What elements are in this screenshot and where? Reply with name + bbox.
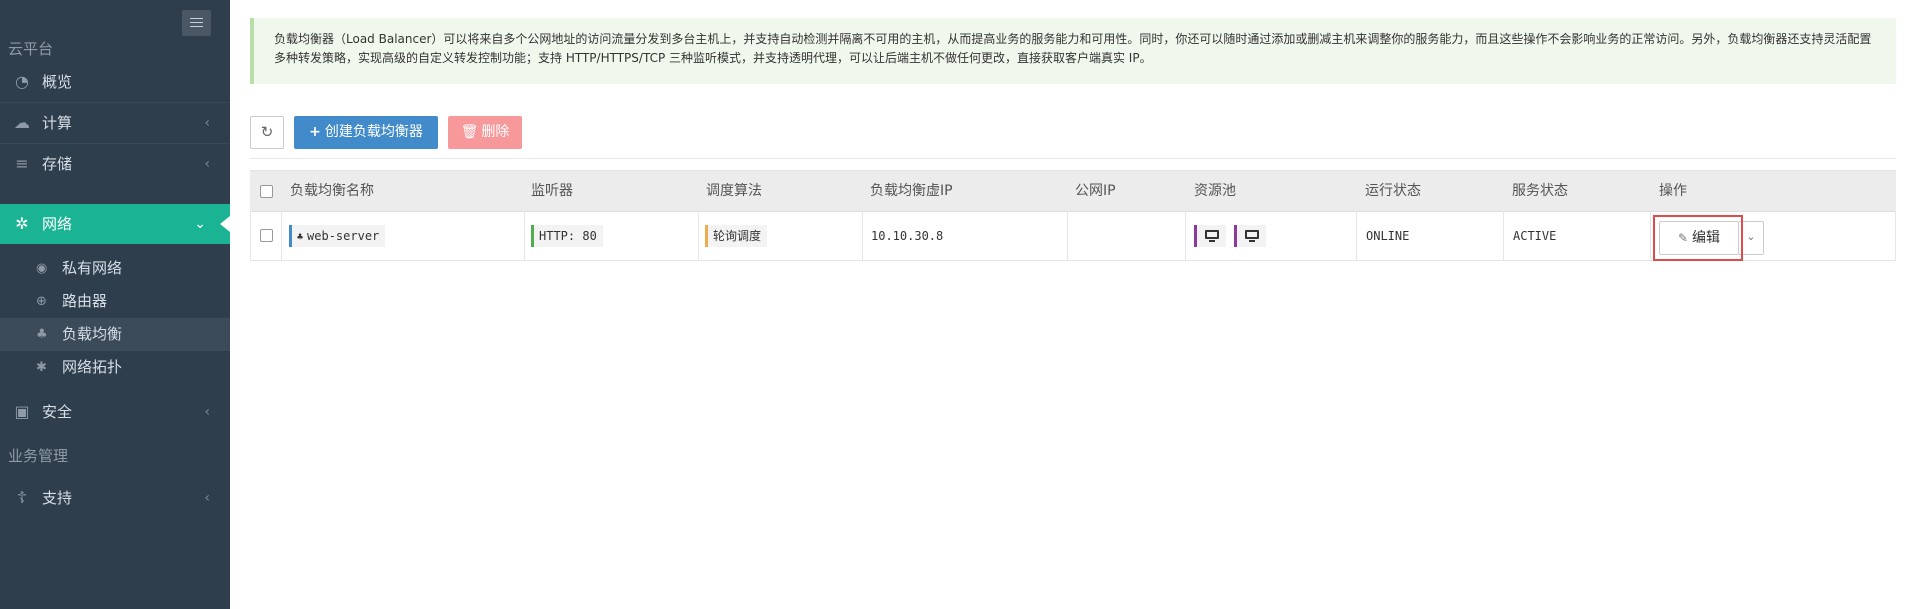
globe-icon: ⊕ <box>36 294 47 309</box>
sidebar-item-label: 网络 <box>42 215 73 233</box>
sidebar: 云平台 ◔ 概览 ☁ 计算 ‹ ≡ 存储 ‹ ✲ 网络 ⌄ ◉ 私有网络 ⊕ 路… <box>0 0 230 609</box>
security-icon: ▣ <box>14 402 30 421</box>
column-header-actions: 操作 <box>1659 183 1687 199</box>
cloud-icon: ☁ <box>14 113 30 132</box>
sidebar-item-label: 支持 <box>42 489 73 507</box>
sidebar-item-label: 存储 <box>42 155 73 173</box>
support-icon: ☦ <box>16 488 28 507</box>
sidebar-item-security[interactable]: ▣ 安全 ‹ <box>0 392 230 432</box>
table-header: 负载均衡名称 监听器 调度算法 负载均衡虚IP 公网IP 资源池 运行状态 服务… <box>250 170 1896 212</box>
plus-icon: + <box>309 124 321 140</box>
rss-icon: ◉ <box>36 261 48 276</box>
algorithm-value: 轮询调度 <box>713 229 762 243</box>
create-button-label: 创建负载均衡器 <box>324 124 423 140</box>
sidebar-item-label: 概览 <box>42 73 73 91</box>
chevron-left-icon: ‹ <box>204 404 210 420</box>
column-header-public-ip: 公网IP <box>1075 183 1116 199</box>
sitemap-icon: ♣ <box>36 327 48 342</box>
chevron-left-icon: ‹ <box>204 490 210 506</box>
name-tag[interactable]: ♣ web-server <box>289 225 386 247</box>
info-panel: 负载均衡器（Load Balancer）可以将来自多个公网地址的访问流量分发到多… <box>250 18 1896 84</box>
sidebar-item-storage[interactable]: ≡ 存储 ‹ <box>0 144 230 184</box>
sidebar-subitem-label: 网络拓扑 <box>62 358 123 376</box>
algorithm-tag[interactable]: 轮询调度 <box>705 225 768 247</box>
sidebar-subitem-private-network[interactable]: ◉ 私有网络 <box>0 252 230 285</box>
sidebar-item-compute[interactable]: ☁ 计算 ‹ <box>0 103 230 143</box>
section-business: 业务管理 <box>8 447 69 465</box>
column-header-name: 负载均衡名称 <box>290 183 374 199</box>
sidebar-subitem-load-balancer[interactable]: ♣ 负载均衡 <box>0 318 230 351</box>
column-header-algorithm: 调度算法 <box>706 183 762 199</box>
column-header-pool: 资源池 <box>1194 183 1236 199</box>
network-icon: ✲ <box>15 214 29 233</box>
column-header-vip: 负载均衡虚IP <box>870 183 953 199</box>
chevron-down-icon: ⌄ <box>1746 230 1756 243</box>
sidebar-subitem-topology[interactable]: ✱ 网络拓扑 <box>0 351 230 384</box>
sidebar-item-support[interactable]: ☦ 支持 ‹ <box>0 478 230 518</box>
sidebar-item-overview[interactable]: ◔ 概览 <box>0 62 230 102</box>
sidebar-subitem-label: 路由器 <box>62 292 108 310</box>
trash-icon: 🗑 <box>460 124 479 140</box>
lb-name: web-server <box>307 229 380 243</box>
sidebar-subitem-router[interactable]: ⊕ 路由器 <box>0 285 230 318</box>
select-all-checkbox[interactable] <box>260 185 273 198</box>
sidebar-item-label: 安全 <box>42 403 73 421</box>
row-checkbox[interactable] <box>260 229 273 242</box>
database-icon: ≡ <box>15 154 29 173</box>
dashboard-icon: ◔ <box>15 72 29 91</box>
sidebar-subitem-label: 负载均衡 <box>62 325 123 343</box>
chevron-left-icon: ‹ <box>204 115 210 131</box>
section-cloud-platform: 云平台 <box>8 40 54 58</box>
sidebar-subitem-label: 私有网络 <box>62 259 123 277</box>
service-status: ACTIVE <box>1513 229 1557 243</box>
create-load-balancer-button[interactable]: + 创建负载均衡器 <box>294 116 438 149</box>
column-header-run-status: 运行状态 <box>1365 183 1421 199</box>
table-row: ♣ web-server HTTP: 80 轮询调度 10.10.30.8 ONL… <box>250 211 1896 261</box>
sidebar-item-network[interactable]: ✲ 网络 ⌄ <box>0 204 230 244</box>
topology-icon: ✱ <box>36 360 47 375</box>
refresh-icon: ↻ <box>260 123 274 141</box>
delete-button[interactable]: 🗑 删除 <box>448 116 522 149</box>
listener-tag[interactable]: HTTP: 80 <box>531 225 603 247</box>
vip-value: 10.10.30.8 <box>871 229 944 243</box>
highlight-box <box>1653 215 1743 261</box>
column-header-service-status: 服务状态 <box>1512 183 1568 199</box>
listener-value: HTTP: 80 <box>539 229 597 243</box>
column-header-listener: 监听器 <box>531 183 573 199</box>
refresh-button[interactable]: ↻ <box>250 116 284 149</box>
pool-member-1[interactable] <box>1194 225 1226 247</box>
delete-button-label: 删除 <box>481 124 510 140</box>
pool-member-2[interactable] <box>1234 225 1266 247</box>
chevron-down-icon: ⌄ <box>194 216 206 232</box>
sidebar-item-label: 计算 <box>42 114 73 132</box>
chevron-left-icon: ‹ <box>204 156 210 172</box>
run-status: ONLINE <box>1366 229 1410 243</box>
menu-toggle-icon[interactable] <box>182 10 211 36</box>
sitemap-icon: ♣ <box>297 232 304 243</box>
